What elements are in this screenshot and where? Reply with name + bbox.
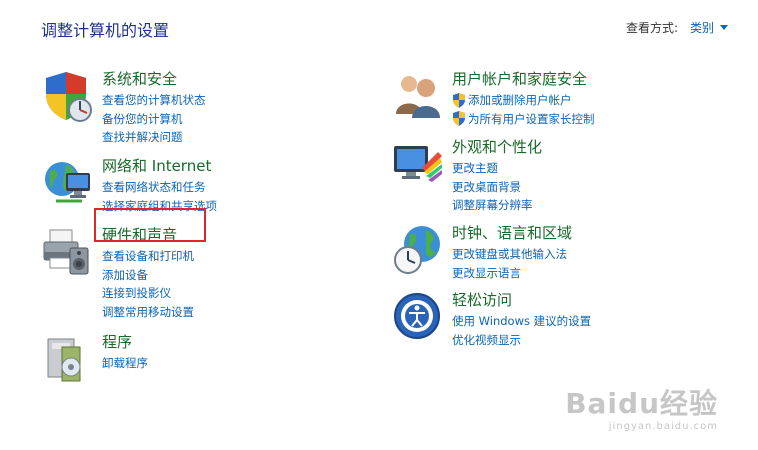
link-change-theme[interactable]: 更改主题 bbox=[452, 159, 533, 178]
link-devices-printers[interactable]: 查看设备和打印机 bbox=[102, 247, 194, 266]
printer-icon[interactable] bbox=[42, 226, 96, 280]
link-mobility-settings[interactable]: 调整常用移动设置 bbox=[102, 303, 194, 322]
view-by-label: 查看方式: bbox=[625, 21, 678, 35]
link-change-input-method[interactable]: 更改键盘或其他输入法 bbox=[452, 245, 567, 264]
link-label: 添加或删除用户帐户 bbox=[468, 93, 572, 107]
category-title[interactable]: 外观和个性化 bbox=[452, 136, 542, 157]
link-homegroup-sharing[interactable]: 选择家庭组和共享选项 bbox=[102, 197, 217, 216]
link-view-network-status[interactable]: 查看网络状态和任务 bbox=[102, 178, 217, 197]
view-by-dropdown[interactable]: 类别 bbox=[690, 19, 728, 36]
category-title[interactable]: 时钟、语言和区域 bbox=[452, 222, 572, 243]
category-title[interactable]: 硬件和声音 bbox=[102, 224, 177, 245]
baidu-watermark: Baidu经验 jingyan.baidu.com bbox=[565, 387, 718, 433]
shield-icon[interactable] bbox=[42, 70, 96, 124]
category-title[interactable]: 程序 bbox=[102, 331, 132, 352]
monitor-palette-icon[interactable] bbox=[392, 138, 446, 192]
link-change-background[interactable]: 更改桌面背景 bbox=[452, 178, 533, 197]
link-connect-projector[interactable]: 连接到投影仪 bbox=[102, 284, 194, 303]
uac-shield-icon bbox=[453, 92, 465, 108]
ease-of-access-icon[interactable] bbox=[392, 291, 446, 345]
link-find-fix-problems[interactable]: 查找并解决问题 bbox=[102, 128, 206, 147]
category-title[interactable]: 系统和安全 bbox=[102, 68, 177, 89]
link-view-computer-status[interactable]: 查看您的计算机状态 bbox=[102, 91, 206, 110]
view-by-value: 类别 bbox=[689, 21, 714, 35]
link-recommended-settings[interactable]: 使用 Windows 建议的设置 bbox=[452, 312, 591, 331]
link-uninstall-program[interactable]: 卸载程序 bbox=[102, 354, 148, 373]
link-add-remove-accounts[interactable]: 添加或删除用户帐户 bbox=[452, 91, 595, 110]
link-label: 为所有用户设置家长控制 bbox=[468, 111, 595, 126]
category-title[interactable]: 用户帐户和家庭安全 bbox=[452, 68, 587, 89]
programs-box-icon[interactable] bbox=[42, 333, 96, 387]
clock-globe-icon[interactable] bbox=[392, 224, 446, 278]
link-parental-controls[interactable]: 为所有用户设置家长控制 bbox=[452, 110, 595, 129]
category-title[interactable]: 网络和 Internet bbox=[102, 155, 211, 176]
link-screen-resolution[interactable]: 调整屏幕分辨率 bbox=[452, 196, 533, 215]
page-title: 调整计算机的设置 bbox=[41, 21, 170, 40]
link-add-device[interactable]: 添加设备 bbox=[102, 266, 194, 285]
watermark-sub: jingyan.baidu.com bbox=[608, 421, 718, 432]
uac-shield-icon bbox=[453, 111, 465, 127]
link-backup-computer[interactable]: 备份您的计算机 bbox=[102, 110, 206, 129]
chevron-down-icon bbox=[720, 25, 728, 30]
link-optimize-display[interactable]: 优化视频显示 bbox=[452, 331, 591, 350]
network-globe-icon[interactable] bbox=[42, 157, 96, 211]
users-icon[interactable] bbox=[392, 70, 446, 124]
view-by: 查看方式: 类别 bbox=[626, 19, 728, 36]
category-title[interactable]: 轻松访问 bbox=[452, 289, 512, 310]
watermark-main: Baidu经验 bbox=[565, 387, 718, 420]
link-change-display-language[interactable]: 更改显示语言 bbox=[452, 264, 567, 283]
